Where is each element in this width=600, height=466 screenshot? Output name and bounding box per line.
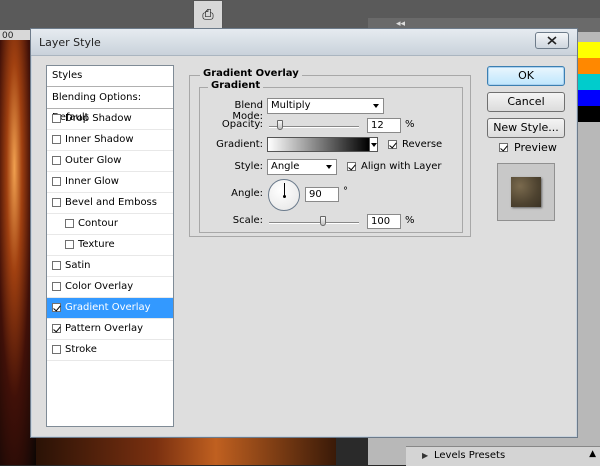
align-with-layer-checkbox[interactable]: Align with Layer xyxy=(347,160,442,173)
style-item-label: Stroke xyxy=(65,344,97,355)
styles-list: Styles Blending Options: Default Drop Sh… xyxy=(46,65,174,427)
style-item-inner-glow[interactable]: Inner Glow xyxy=(47,172,173,193)
ok-button[interactable]: OK xyxy=(487,66,565,86)
style-checkbox[interactable] xyxy=(52,303,61,312)
gradient-label: Gradient: xyxy=(216,139,263,150)
align-with-layer-label: Align with Layer xyxy=(361,161,442,172)
preview-thumbnail xyxy=(497,163,555,221)
style-item-label: Inner Glow xyxy=(65,176,119,187)
tool-button[interactable]: ⎙ xyxy=(193,0,223,30)
style-item-satin[interactable]: Satin xyxy=(47,256,173,277)
style-item-pattern-overlay[interactable]: Pattern Overlay xyxy=(47,319,173,340)
style-checkbox[interactable] xyxy=(52,324,61,333)
opacity-unit: % xyxy=(405,119,415,130)
style-checkbox[interactable] xyxy=(52,198,61,207)
opacity-value: 12 xyxy=(371,120,384,131)
opacity-label: Opacity: xyxy=(221,119,263,130)
style-item-label: Gradient Overlay xyxy=(65,302,151,313)
gradient-swatch[interactable] xyxy=(267,137,370,152)
angle-unit: ° xyxy=(343,186,348,197)
chevron-down-icon xyxy=(326,165,332,169)
opacity-slider-thumb[interactable] xyxy=(276,120,283,130)
scale-input[interactable]: 100 xyxy=(367,214,401,229)
style-item-color-overlay[interactable]: Color Overlay xyxy=(47,277,173,298)
preview-checkbox[interactable]: Preview xyxy=(499,141,557,155)
stamp-icon: ⎙ xyxy=(202,7,214,23)
style-item-inner-shadow[interactable]: Inner Shadow xyxy=(47,130,173,151)
style-item-contour[interactable]: Contour xyxy=(47,214,173,235)
chevron-down-icon xyxy=(373,104,379,108)
levels-presets-label: Levels Presets xyxy=(434,450,506,461)
gradient-group-title: Gradient xyxy=(208,80,264,91)
style-item-label: Pattern Overlay xyxy=(65,323,144,334)
swatches-panel[interactable] xyxy=(578,42,600,122)
style-item-label: Drop Shadow xyxy=(65,113,132,124)
blend-mode-select[interactable]: Multiply xyxy=(267,98,384,114)
style-checkbox[interactable] xyxy=(52,345,61,354)
angle-dial[interactable] xyxy=(268,179,300,211)
cancel-button[interactable]: Cancel xyxy=(487,92,565,112)
style-checkbox[interactable] xyxy=(52,282,61,291)
new-style-button[interactable]: New Style... xyxy=(487,118,565,138)
scale-slider-thumb[interactable] xyxy=(320,216,326,226)
style-checkbox[interactable] xyxy=(65,219,74,228)
style-item-label: Inner Shadow xyxy=(65,134,134,145)
opacity-input[interactable]: 12 xyxy=(367,118,401,133)
style-checkbox[interactable] xyxy=(65,240,74,249)
dialog-title: Layer Style xyxy=(39,36,101,49)
style-checkbox[interactable] xyxy=(52,135,61,144)
style-item-label: Contour xyxy=(78,218,118,229)
scale-value: 100 xyxy=(371,216,391,227)
style-item-label: Bevel and Emboss xyxy=(65,197,157,208)
style-checkbox[interactable] xyxy=(52,114,61,123)
style-item-outer-glow[interactable]: Outer Glow xyxy=(47,151,173,172)
scale-label: Scale: xyxy=(232,215,263,226)
style-item-label: Color Overlay xyxy=(65,281,134,292)
angle-label: Angle: xyxy=(231,188,263,199)
style-item-bevel-and-emboss[interactable]: Bevel and Emboss xyxy=(47,193,173,214)
style-item-gradient-overlay[interactable]: Gradient Overlay xyxy=(47,298,173,319)
layer-style-dialog: Layer Style Styles Blending Options: Def… xyxy=(30,28,578,438)
scale-unit: % xyxy=(405,215,415,226)
style-item-stroke[interactable]: Stroke xyxy=(47,340,173,361)
reverse-checkbox-box[interactable] xyxy=(388,140,397,149)
angle-value: 90 xyxy=(309,189,322,200)
align-checkbox-box[interactable] xyxy=(347,162,356,171)
preview-sample xyxy=(511,177,541,207)
style-item-texture[interactable]: Texture xyxy=(47,235,173,256)
reverse-checkbox[interactable]: Reverse xyxy=(388,138,442,151)
style-checkbox[interactable] xyxy=(52,177,61,186)
gradient-overlay-title: Gradient Overlay xyxy=(200,68,302,79)
styles-header[interactable]: Styles xyxy=(47,66,173,87)
scale-slider-track[interactable] xyxy=(269,222,359,224)
scroll-up-icon[interactable]: ▲ xyxy=(589,449,596,459)
style-checkbox[interactable] xyxy=(52,156,61,165)
style-select[interactable]: Angle xyxy=(267,159,337,175)
blend-mode-value: Multiply xyxy=(271,100,311,111)
blending-options-item[interactable]: Blending Options: Default xyxy=(47,87,173,123)
close-button[interactable] xyxy=(535,32,569,49)
angle-center-dot xyxy=(283,195,286,198)
dialog-titlebar[interactable]: Layer Style xyxy=(31,29,577,56)
gradient-picker-arrow[interactable] xyxy=(369,137,378,152)
style-checkbox[interactable] xyxy=(52,261,61,270)
style-value: Angle xyxy=(271,161,300,172)
close-icon xyxy=(547,36,557,45)
preview-checkbox-box[interactable] xyxy=(499,143,508,152)
style-item-drop-shadow[interactable]: Drop Shadow xyxy=(47,109,173,130)
style-label: Style: xyxy=(234,161,264,172)
style-item-label: Texture xyxy=(78,239,115,250)
levels-presets-row[interactable]: ▶ Levels Presets ▲ xyxy=(406,446,600,466)
preview-label: Preview xyxy=(514,141,557,154)
style-item-label: Satin xyxy=(65,260,91,271)
style-item-label: Outer Glow xyxy=(65,155,122,166)
angle-input[interactable]: 90 xyxy=(305,187,339,202)
reverse-label: Reverse xyxy=(402,139,443,150)
expand-triangle-icon[interactable]: ▶ xyxy=(422,451,428,460)
